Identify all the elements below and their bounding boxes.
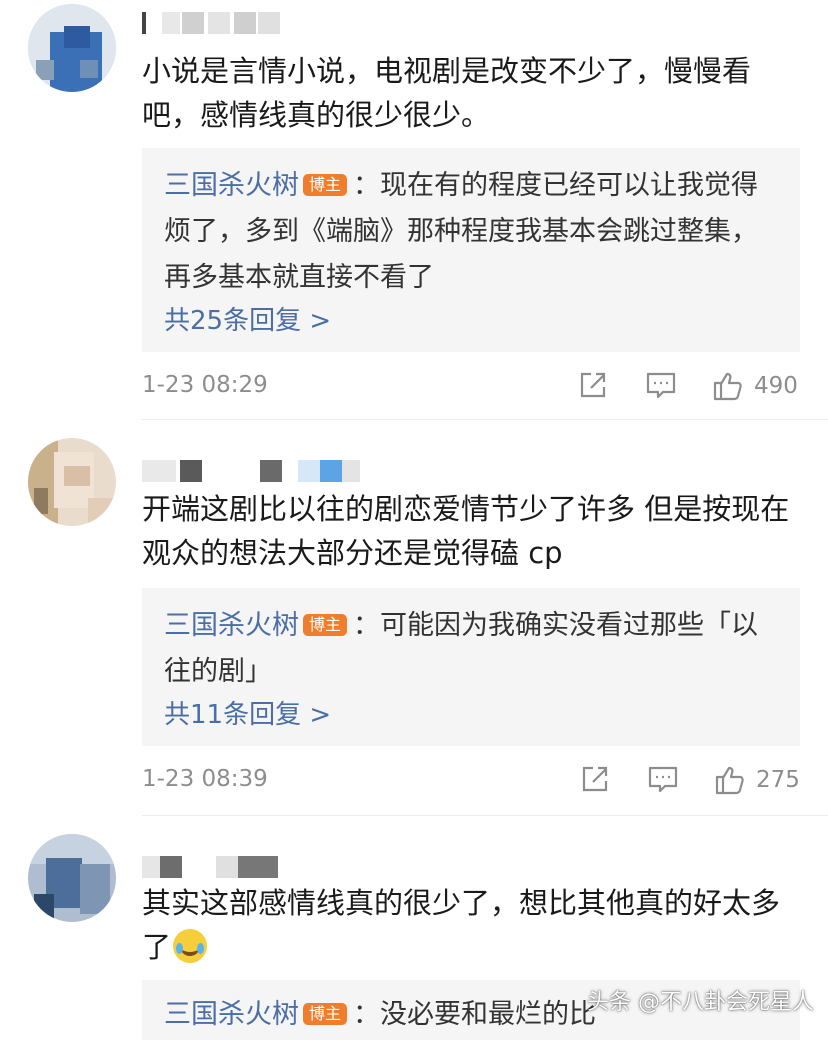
reply-text: 三国杀火树 博主 ：可能因为我确实没看过那些「以往的剧」 — [164, 603, 784, 695]
reply-box[interactable]: 三国杀火树 博主 ：可能因为我确实没看过那些「以往的剧」 共11条回复 > — [142, 588, 800, 746]
comment-text: 小说是言情小说，电视剧是改变不少了，慢慢看吧，感情线真的很少很少。 — [142, 54, 752, 132]
username-redacted[interactable] — [142, 460, 362, 482]
username-redacted[interactable] — [142, 12, 282, 34]
share-icon[interactable] — [580, 764, 610, 798]
thumbs-up-icon[interactable] — [712, 370, 744, 404]
comment-meta: 1-23 08:39 275 — [142, 764, 802, 800]
reply-text: 三国杀火树 博主 ：现在有的程度已经可以让我觉得烦了，多到《端脑》那种程度我基本会跳… — [164, 163, 784, 301]
comment-text-content: 其实这部感情线真的很少了，想比其他真的好太多了 — [142, 886, 781, 964]
comment-text: 开端这剧比以往的剧恋爱情节少了许多 但是按现在观众的想法大部分还是觉得磕 cp — [142, 492, 790, 570]
reply-author-link[interactable]: 三国杀火树 — [164, 999, 299, 1030]
reply-content: ：没必要和最烂的比 — [353, 999, 597, 1030]
author-badge: 博主 — [303, 174, 348, 196]
avatar[interactable] — [28, 438, 116, 526]
comment-meta: 1-23 08:29 490 — [142, 370, 802, 406]
reply-author-link[interactable]: 三国杀火树 — [164, 610, 299, 641]
avatar[interactable] — [28, 834, 116, 922]
view-replies-link[interactable]: 共11条回复 > — [164, 694, 331, 731]
reply-author-link[interactable]: 三国杀火树 — [164, 170, 299, 201]
laughing-crying-emoji-icon — [173, 929, 208, 963]
share-icon[interactable] — [578, 370, 608, 404]
view-replies-link[interactable]: 共25条回复 > — [164, 300, 331, 337]
thumbs-up-icon[interactable] — [714, 764, 746, 798]
reply-box[interactable]: 三国杀火树 博主 ：现在有的程度已经可以让我觉得烦了，多到《端脑》那种程度我基本会跳… — [142, 148, 800, 352]
comment-icon[interactable] — [645, 370, 677, 404]
comment-icon[interactable] — [647, 764, 679, 798]
comment-item: 小说是言情小说，电视剧是改变不少了，慢慢看吧，感情线真的很少很少。 三国杀火树博… — [0, 0, 828, 420]
timestamp: 1-23 08:39 — [142, 766, 268, 792]
username-redacted[interactable] — [142, 856, 282, 878]
avatar[interactable] — [28, 4, 116, 92]
timestamp: 1-23 08:29 — [142, 372, 268, 398]
author-badge: 博主 — [303, 1003, 348, 1025]
like-count: 275 — [756, 767, 800, 793]
watermark: 头条 @不八卦会死星人 — [587, 990, 814, 1015]
like-count: 490 — [754, 373, 798, 399]
comment-item: 开端这剧比以往的剧恋爱情节少了许多 但是按现在观众的想法大部分还是觉得磕 cp … — [0, 420, 828, 816]
comment-text: 其实这部感情线真的很少了，想比其他真的好太多了 — [142, 881, 802, 969]
author-badge: 博主 — [303, 614, 348, 636]
